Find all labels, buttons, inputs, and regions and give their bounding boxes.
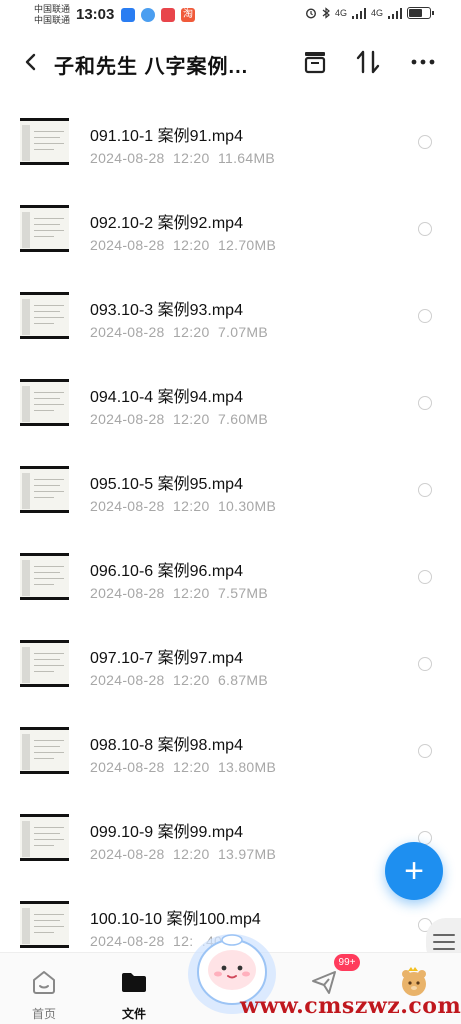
- video-thumbnail: [20, 379, 69, 426]
- video-thumbnail: [20, 553, 69, 600]
- select-radio[interactable]: [418, 483, 432, 497]
- home-icon: [33, 971, 55, 994]
- list-item[interactable]: 096.10-6 案例96.mp4 2024-08-28 12:20 7.57M…: [0, 535, 461, 622]
- file-meta: 2024-08-28 12:20 7.07MB: [90, 324, 269, 340]
- file-name: 097.10-7 案例97.mp4: [90, 650, 243, 667]
- file-meta: 2024-08-28 12:20 11.64MB: [90, 150, 276, 166]
- add-button[interactable]: +: [385, 842, 443, 900]
- list-item[interactable]: 097.10-7 案例97.mp4 2024-08-28 12:20 6.87M…: [0, 622, 461, 709]
- select-radio[interactable]: [418, 396, 432, 410]
- list-item[interactable]: 093.10-3 案例93.mp4 2024-08-28 12:20 7.07M…: [0, 274, 461, 361]
- video-thumbnail: [20, 640, 69, 687]
- file-name: 096.10-6 案例96.mp4: [90, 563, 243, 580]
- file-meta: 2024-08-28 12:20 13.97MB: [90, 846, 277, 862]
- status-bar: 中国联通 中国联通 13:03 淘 4G 4G: [0, 0, 461, 32]
- video-thumbnail: [20, 466, 69, 513]
- list-item[interactable]: 098.10-8 案例98.mp4 2024-08-28 12:20 13.80…: [0, 709, 461, 796]
- file-meta: 2024-08-28 12:20 12.70MB: [90, 237, 277, 253]
- battery-icon: [407, 7, 434, 19]
- file-name: 093.10-3 案例93.mp4: [90, 302, 243, 319]
- file-meta: 2024-08-28 12:20 10.30MB: [90, 498, 277, 514]
- select-radio[interactable]: [418, 309, 432, 323]
- notification-icons: 淘: [121, 8, 195, 22]
- select-radio[interactable]: [418, 657, 432, 671]
- notification-badge: 99+: [334, 954, 360, 971]
- signal-icon-1: [351, 7, 366, 19]
- file-name: 094.10-4 案例94.mp4: [90, 389, 243, 406]
- clock: 13:03: [76, 6, 115, 23]
- header: 子和先生 八字案例...: [0, 36, 461, 88]
- file-name: 099.10-9 案例99.mp4: [90, 824, 243, 841]
- video-thumbnail: [20, 118, 69, 165]
- red-app-notification-icon: [161, 8, 175, 22]
- watermark: www.cmszwz.com: [240, 993, 461, 1019]
- file-name: 092.10-2 案例92.mp4: [90, 215, 243, 232]
- sort-icon[interactable]: [354, 48, 384, 76]
- signal-icon-2: [388, 7, 402, 19]
- back-arrow-icon[interactable]: [20, 50, 42, 74]
- file-name: 091.10-1 案例91.mp4: [90, 128, 243, 145]
- network-type-2: 4G: [370, 8, 383, 18]
- nav-home-label: 首页: [31, 1007, 56, 1021]
- bluetooth-icon: [322, 7, 330, 19]
- list-item[interactable]: 095.10-5 案例95.mp4 2024-08-28 12:20 10.30…: [0, 448, 461, 535]
- video-thumbnail: [20, 727, 69, 774]
- file-meta: 2024-08-28 12:20 7.60MB: [90, 411, 269, 427]
- file-meta: 2024-08-28 12:20 6.87MB: [90, 672, 269, 688]
- select-radio[interactable]: [418, 570, 432, 584]
- network-type-1: 4G: [334, 8, 347, 18]
- select-radio[interactable]: [418, 135, 432, 149]
- nav-files[interactable]: 文件: [104, 961, 164, 1021]
- archive-icon[interactable]: [300, 48, 330, 76]
- list-item[interactable]: 092.10-2 案例92.mp4 2024-08-28 12:20 12.70…: [0, 187, 461, 274]
- more-icon[interactable]: [408, 48, 438, 76]
- battery-level: [409, 9, 422, 17]
- video-thumbnail: [20, 205, 69, 252]
- taobao-icon: 淘: [181, 8, 195, 22]
- video-thumbnail: [20, 814, 69, 861]
- video-thumbnail: [20, 901, 69, 948]
- nav-home[interactable]: 首页: [14, 961, 74, 1021]
- carrier-labels: 中国联通 中国联通: [34, 4, 70, 26]
- file-meta: 2024-08-28 12:20 13.80MB: [90, 759, 277, 775]
- browser-notification-icon: [141, 8, 155, 22]
- carrier-2: 中国联通: [34, 15, 71, 25]
- file-name: 095.10-5 案例95.mp4: [90, 476, 243, 493]
- select-radio[interactable]: [418, 744, 432, 758]
- video-thumbnail: [20, 292, 69, 339]
- folder-icon: [122, 973, 146, 992]
- carrier-1: 中国联通: [34, 4, 71, 14]
- select-radio[interactable]: [418, 222, 432, 236]
- system-icons: 4G 4G: [305, 7, 434, 19]
- alarm-icon: [305, 8, 316, 19]
- file-meta: 2024-08-28 12:20 7.57MB: [90, 585, 269, 601]
- list-item[interactable]: 094.10-4 案例94.mp4 2024-08-28 12:20 7.60M…: [0, 361, 461, 448]
- file-name: 098.10-8 案例98.mp4: [90, 737, 243, 754]
- app-notification-icon: [121, 8, 135, 22]
- nav-files-label: 文件: [121, 1007, 146, 1021]
- list-item[interactable]: 091.10-1 案例91.mp4 2024-08-28 12:20 11.64…: [0, 100, 461, 187]
- page-title: 子和先生 八字案例...: [54, 56, 249, 78]
